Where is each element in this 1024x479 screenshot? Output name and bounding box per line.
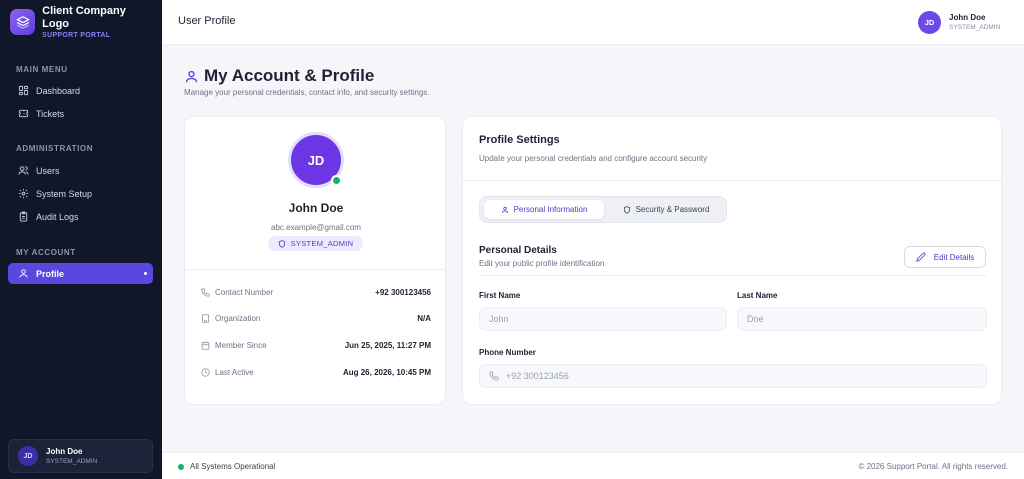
shield-icon xyxy=(623,205,630,214)
copyright: © 2026 Support Portal. All rights reserv… xyxy=(858,462,1008,471)
detail-value: N/A xyxy=(417,313,431,323)
edit-details-button[interactable]: Edit Details xyxy=(904,246,986,268)
sidebar-item-tickets[interactable]: Tickets xyxy=(8,103,153,124)
calendar-icon xyxy=(201,341,210,350)
header-avatar[interactable]: JD xyxy=(918,11,941,34)
personal-details-subtitle: Edit your public profile identification xyxy=(479,259,605,268)
last-name-field[interactable]: Doe xyxy=(737,307,987,331)
shield-icon xyxy=(278,239,285,248)
detail-label: Member Since xyxy=(215,340,267,350)
settings-title: Profile Settings xyxy=(479,134,560,146)
header-page-name: User Profile xyxy=(178,15,236,27)
phone-number-label: Phone Number xyxy=(479,348,536,357)
sidebar-item-audit-logs[interactable]: Audit Logs xyxy=(8,206,153,227)
sidebar-item-label: Dashboard xyxy=(36,85,81,96)
brand-title: Client Company Logo xyxy=(42,4,126,30)
detail-value: Jun 25, 2025, 11:27 PM xyxy=(344,340,431,350)
pencil-icon xyxy=(916,252,926,262)
phone-icon xyxy=(489,371,499,381)
detail-row-last-active: Last Active Aug 26, 2026, 10:45 PM xyxy=(201,365,431,379)
sidebar-item-label: Tickets xyxy=(36,108,65,119)
gear-icon xyxy=(17,188,29,200)
sidebar-item-label: Profile xyxy=(36,268,65,279)
brand[interactable]: Client Company Logo SUPPORT PORTAL xyxy=(0,0,162,44)
sidebar-user-card[interactable]: JD John Doe SYSTEM_ADMIN xyxy=(8,439,153,473)
detail-value: Aug 26, 2026, 10:45 PM xyxy=(342,367,431,377)
building-icon xyxy=(202,313,209,323)
sidebar: Client Company Logo SUPPORT PORTAL MAIN … xyxy=(0,0,162,479)
phone-icon xyxy=(201,287,210,297)
tab-label: Security & Password xyxy=(635,205,710,214)
layers-logo-icon xyxy=(10,9,36,35)
clock-icon xyxy=(201,367,210,377)
user-icon xyxy=(501,206,508,213)
tab-label: Personal Information xyxy=(513,205,588,214)
detail-label: Last Active xyxy=(215,367,254,377)
detail-label: Contact Number xyxy=(215,287,274,297)
settings-tabs: Personal Information Security & Password xyxy=(479,196,727,223)
clipboard-icon xyxy=(17,211,29,223)
sidebar-item-profile[interactable]: Profile xyxy=(8,263,153,284)
phone-number-placeholder: +92 300123456 xyxy=(506,371,569,381)
sidebar-item-label: System Setup xyxy=(36,188,93,199)
profile-name: John Doe xyxy=(288,201,344,215)
settings-subtitle: Update your personal credentials and con… xyxy=(479,154,708,163)
sidebar-item-label: Users xyxy=(36,165,60,176)
sidebar-user-name: John Doe xyxy=(46,446,83,456)
header-user-role: SYSTEM_ADMIN xyxy=(949,24,1001,31)
last-name-label: Last Name xyxy=(737,291,778,300)
users-icon xyxy=(17,165,29,177)
edit-details-label: Edit Details xyxy=(933,252,975,262)
page-title: My Account & Profile xyxy=(204,66,375,85)
active-indicator-dot xyxy=(144,272,147,275)
first-name-label: First Name xyxy=(479,291,521,300)
divider xyxy=(463,180,1001,181)
personal-details-title: Personal Details xyxy=(479,245,557,256)
header-user-name[interactable]: John Doe xyxy=(949,13,985,22)
role-badge: SYSTEM_ADMIN xyxy=(268,236,363,251)
detail-row-member-since: Member Since Jun 25, 2025, 11:27 PM xyxy=(201,338,431,352)
last-name-placeholder: Doe xyxy=(747,314,764,324)
detail-row-organization: Organization N/A xyxy=(201,311,431,325)
first-name-placeholder: John xyxy=(489,314,509,324)
dashboard-icon xyxy=(17,85,29,97)
profile-settings-card: Profile Settings Update your personal cr… xyxy=(462,116,1002,405)
divider xyxy=(479,275,987,276)
page-subtitle: Manage your personal credentials, contac… xyxy=(184,88,430,97)
sidebar-item-users[interactable]: Users xyxy=(8,160,153,181)
detail-value: +92 300123456 xyxy=(375,287,431,297)
role-badge-label: SYSTEM_ADMIN xyxy=(290,239,354,248)
profile-email: abc.example@gmail.com xyxy=(271,223,361,232)
system-status-label: All Systems Operational xyxy=(190,462,276,471)
profile-summary-card: JD John Doe abc.example@gmail.com SYSTEM… xyxy=(184,116,446,405)
divider xyxy=(185,269,445,270)
sidebar-item-system-setup[interactable]: System Setup xyxy=(8,183,153,204)
tab-personal-information[interactable]: Personal Information xyxy=(484,200,604,219)
online-status-dot xyxy=(331,175,342,186)
brand-subtitle: SUPPORT PORTAL xyxy=(42,31,111,39)
user-icon xyxy=(17,268,29,280)
status-indicator-dot xyxy=(178,463,184,470)
tab-security-password[interactable]: Security & Password xyxy=(608,200,724,219)
system-status: All Systems Operational xyxy=(178,462,275,471)
avatar: JD xyxy=(18,446,38,466)
sidebar-item-dashboard[interactable]: Dashboard xyxy=(8,80,153,101)
detail-label: Organization xyxy=(215,313,261,323)
sidebar-item-label: Audit Logs xyxy=(36,211,79,222)
footer: All Systems Operational © 2026 Support P… xyxy=(162,452,1024,479)
user-icon xyxy=(184,69,199,89)
section-title-my-account: MY ACCOUNT xyxy=(16,248,76,257)
detail-row-contact: Contact Number +92 300123456 xyxy=(201,285,431,299)
sidebar-user-role: SYSTEM_ADMIN xyxy=(46,457,98,465)
top-header: User Profile JD John Doe SYSTEM_ADMIN xyxy=(162,0,1024,45)
ticket-icon xyxy=(17,108,29,120)
first-name-field[interactable]: John xyxy=(479,307,727,331)
section-title-main-menu: MAIN MENU xyxy=(16,65,68,74)
section-title-administration: ADMINISTRATION xyxy=(16,144,94,153)
phone-number-field[interactable]: +92 300123456 xyxy=(479,364,987,388)
